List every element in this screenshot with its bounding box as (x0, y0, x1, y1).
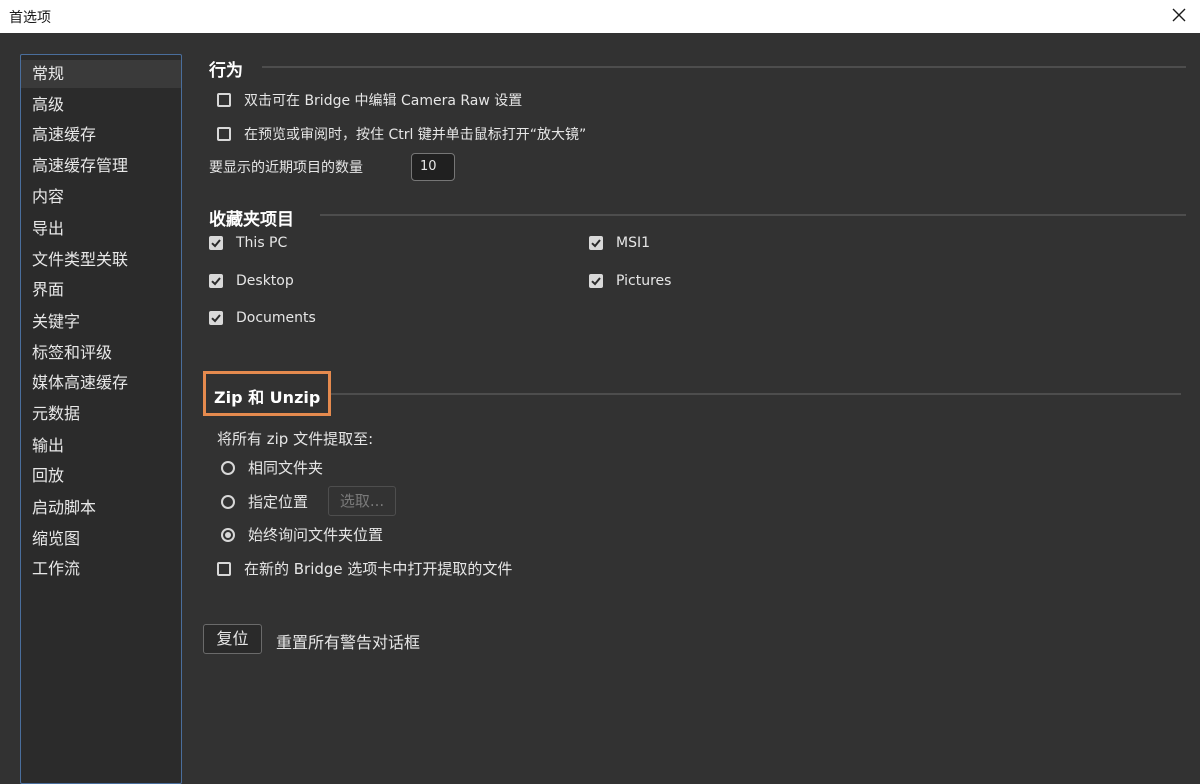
documents-checkbox[interactable] (209, 311, 223, 325)
loupe-option[interactable]: 在预览或审阅时，按住 Ctrl 键并单击鼠标打开“放大镜” (217, 124, 586, 144)
msi1-label: MSI1 (616, 235, 651, 251)
check-icon (211, 314, 221, 323)
sidebar-item-content[interactable]: 内容 (21, 183, 181, 211)
window-title: 首选项 (9, 10, 51, 26)
title-bar: 首选项 (0, 0, 1200, 33)
section-divider (320, 214, 1186, 216)
open-in-new-tab-option[interactable]: 在新的 Bridge 选项卡中打开提取的文件 (217, 558, 512, 579)
extract-label-row: 将所有 zip 文件提取至: (217, 428, 373, 449)
favorite-documents[interactable]: Documents (209, 310, 316, 326)
category-list: 常规 高级 高速缓存 高速缓存管理 内容 导出 文件类型关联 界面 关键字 标签… (20, 54, 182, 784)
double-click-camera-raw-option[interactable]: 双击可在 Bridge 中编辑 Camera Raw 设置 (217, 90, 522, 110)
choose-location-button[interactable]: 选取... (328, 486, 396, 516)
open-in-new-tab-label: 在新的 Bridge 选项卡中打开提取的文件 (244, 560, 513, 578)
sidebar-item-metadata[interactable]: 元数据 (21, 400, 181, 428)
reset-label: 重置所有警告对话框 (276, 633, 421, 652)
favorite-desktop[interactable]: Desktop (209, 273, 294, 289)
check-icon (591, 239, 601, 248)
favorite-msi1[interactable]: MSI1 (589, 235, 650, 251)
same-folder-label: 相同文件夹 (248, 459, 324, 477)
pictures-label: Pictures (616, 273, 672, 289)
sidebar-item-labels-ratings[interactable]: 标签和评级 (21, 339, 181, 367)
reset-label-row: 重置所有警告对话框 (276, 629, 420, 653)
zip-section-title: Zip 和 Unzip (214, 388, 321, 407)
radio-same-folder-row[interactable]: 相同文件夹 (221, 457, 323, 478)
sidebar-item-file-type-association[interactable]: 文件类型关联 (21, 246, 181, 274)
behavior-section-title: 行为 (209, 61, 243, 81)
reset-button[interactable]: 复位 (203, 624, 262, 654)
check-icon (211, 239, 221, 248)
check-icon (591, 277, 601, 286)
double-click-camera-raw-label: 双击可在 Bridge 中编辑 Camera Raw 设置 (244, 93, 523, 109)
sidebar-item-startup-scripts[interactable]: 启动脚本 (21, 494, 181, 522)
sidebar-item-cache-management[interactable]: 高速缓存管理 (21, 152, 181, 180)
sidebar-item-workflow[interactable]: 工作流 (21, 555, 181, 583)
sidebar-item-playback[interactable]: 回放 (21, 462, 181, 490)
always-ask-label: 始终询问文件夹位置 (248, 526, 384, 544)
loupe-checkbox[interactable] (217, 127, 231, 141)
radio-always-ask-row[interactable]: 始终询问文件夹位置 (221, 524, 383, 545)
section-divider (262, 66, 1186, 68)
sidebar-item-general[interactable]: 常规 (21, 60, 181, 88)
sidebar-item-export[interactable]: 导出 (21, 215, 181, 243)
close-icon[interactable] (1168, 4, 1190, 26)
sidebar-item-thumbnails[interactable]: 缩览图 (21, 525, 181, 553)
this-pc-checkbox[interactable] (209, 236, 223, 250)
sidebar-item-output[interactable]: 输出 (21, 432, 181, 460)
specified-location-label: 指定位置 (248, 493, 309, 511)
always-ask-radio[interactable] (221, 527, 235, 542)
sidebar-item-cache[interactable]: 高速缓存 (21, 121, 181, 149)
extract-label: 将所有 zip 文件提取至: (217, 430, 374, 448)
specified-location-radio[interactable] (221, 494, 235, 509)
this-pc-label: This PC (236, 235, 288, 251)
pictures-checkbox[interactable] (589, 274, 603, 288)
radio-specified-location-row[interactable]: 指定位置 (221, 491, 308, 512)
sidebar-item-advanced[interactable]: 高级 (21, 91, 181, 119)
desktop-checkbox[interactable] (209, 274, 223, 288)
sidebar-item-media-cache[interactable]: 媒体高速缓存 (21, 369, 181, 397)
sidebar-item-keywords[interactable]: 关键字 (21, 308, 181, 336)
favorite-pictures[interactable]: Pictures (589, 273, 671, 289)
msi1-checkbox[interactable] (589, 236, 603, 250)
section-divider (331, 393, 1181, 395)
check-icon (211, 277, 221, 286)
recent-items-field[interactable]: 10 (411, 153, 455, 181)
desktop-label: Desktop (236, 273, 294, 289)
loupe-label: 在预览或审阅时，按住 Ctrl 键并单击鼠标打开“放大镜” (244, 127, 587, 143)
recent-items-row: 要显示的近期项目的数量 (209, 157, 363, 177)
favorite-this-pc[interactable]: This PC (209, 235, 287, 251)
documents-label: Documents (236, 310, 316, 326)
favorites-section-title: 收藏夹项目 (209, 210, 294, 230)
same-folder-radio[interactable] (221, 460, 235, 475)
double-click-camera-raw-checkbox[interactable] (217, 93, 231, 107)
recent-items-label: 要显示的近期项目的数量 (209, 160, 363, 176)
open-in-new-tab-checkbox[interactable] (217, 561, 231, 576)
sidebar-item-interface[interactable]: 界面 (21, 276, 181, 304)
